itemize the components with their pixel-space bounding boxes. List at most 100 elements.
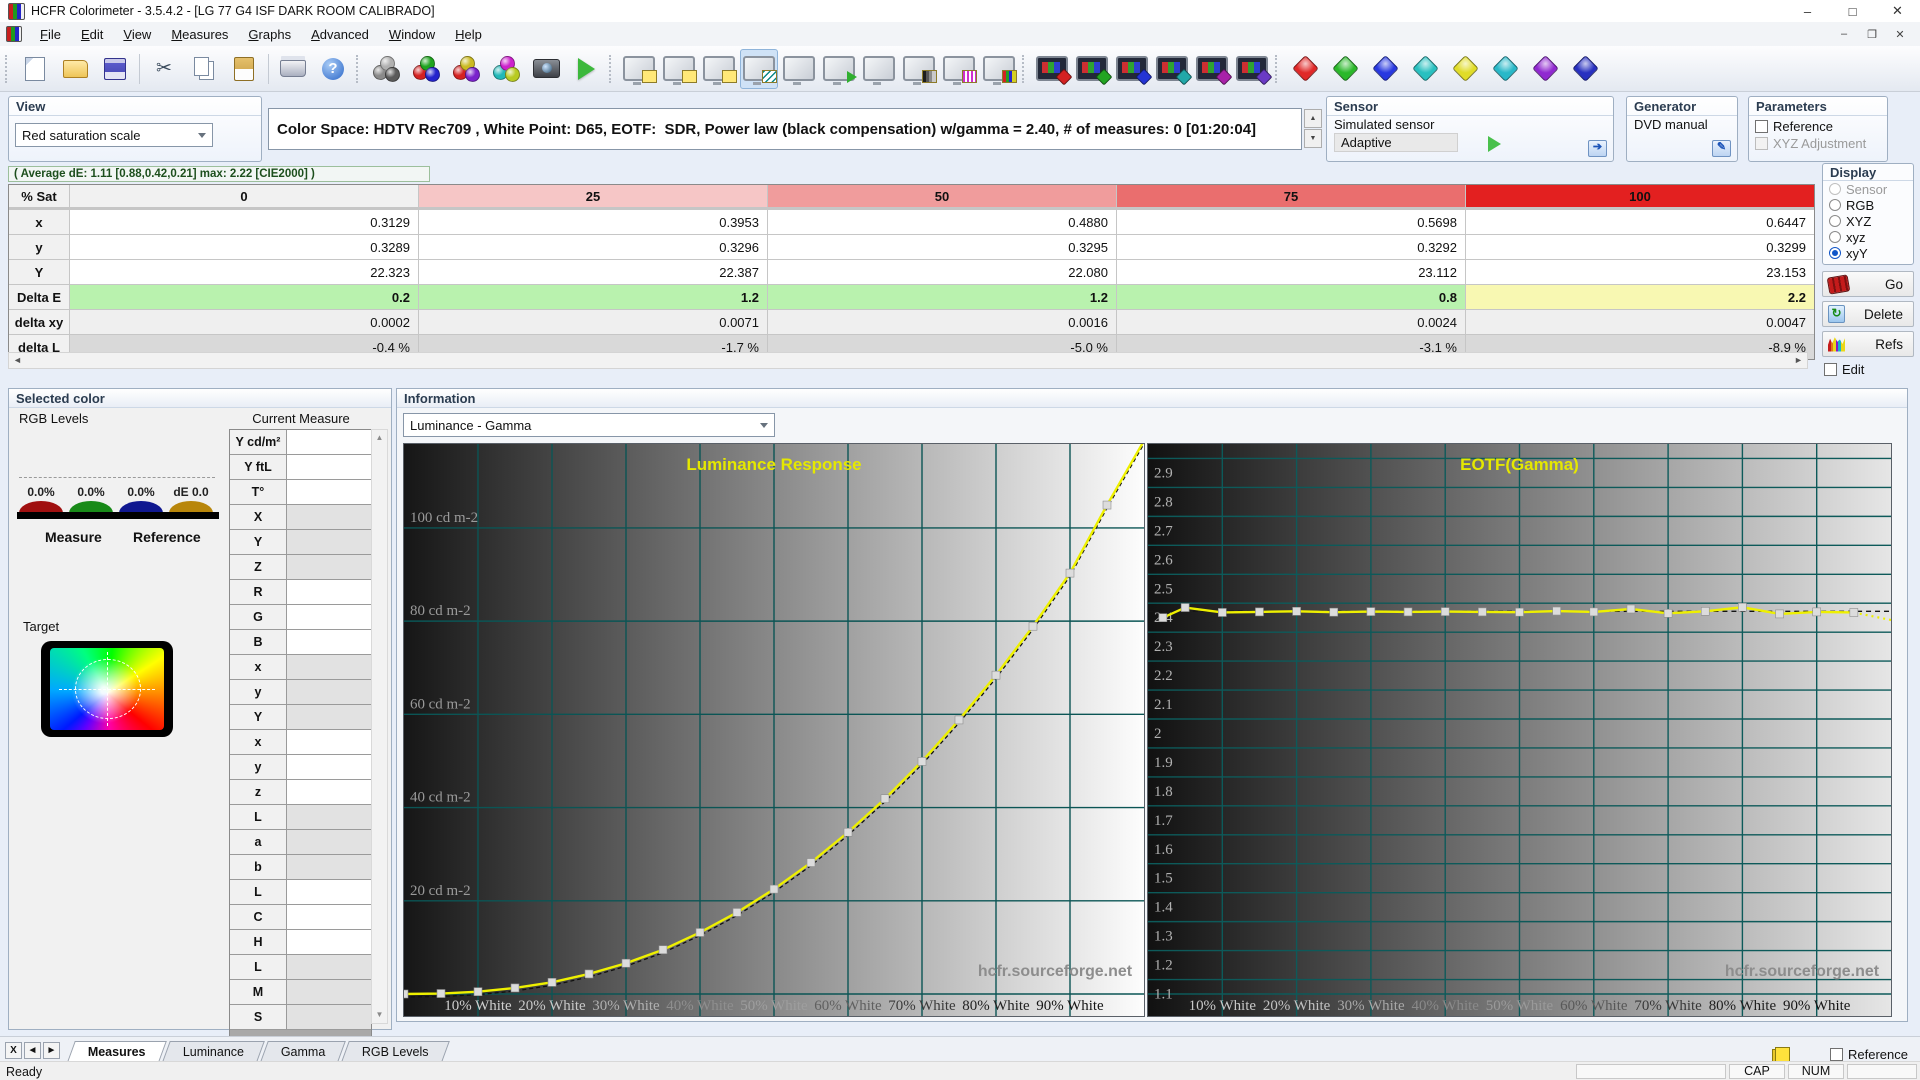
sat-cell[interactable]: 0.3953: [419, 210, 767, 234]
measure-row-value[interactable]: [287, 905, 371, 929]
menu-measures[interactable]: Measures: [162, 24, 237, 45]
maximize-button[interactable]: □: [1830, 0, 1875, 22]
measure-row-value[interactable]: [287, 805, 371, 829]
monitor-chart-icon[interactable]: [740, 48, 778, 89]
sat-cell[interactable]: 0.6447: [1466, 210, 1814, 234]
gem-green-icon[interactable]: [1326, 49, 1364, 89]
primaries-measure-icon[interactable]: [407, 49, 445, 89]
help-icon[interactable]: ?: [314, 49, 352, 89]
measure-row-value[interactable]: [287, 680, 371, 704]
mdi-restore-button[interactable]: ❐: [1858, 28, 1886, 41]
measure-row-value[interactable]: [287, 630, 371, 654]
tab-luminance[interactable]: Luminance: [161, 1041, 265, 1062]
monitor-document-icon[interactable]: [620, 49, 658, 89]
menu-window[interactable]: Window: [380, 24, 444, 45]
save-file-icon[interactable]: [96, 49, 134, 89]
close-button[interactable]: ✕: [1875, 0, 1920, 22]
next-sheet-button[interactable]: ►: [43, 1042, 60, 1059]
menu-view[interactable]: View: [114, 24, 160, 45]
spinner-up-button[interactable]: ▲: [1304, 109, 1322, 128]
saturations-measure-icon[interactable]: [447, 49, 485, 89]
sat-cell[interactable]: 22.080: [768, 260, 1116, 284]
sensor-configure-icon[interactable]: [367, 49, 405, 89]
gem-blue-icon[interactable]: [1366, 49, 1404, 89]
sat-cell[interactable]: 0.4880: [768, 210, 1116, 234]
all-colors-measure-icon[interactable]: [487, 49, 525, 89]
monitor-blank-icon[interactable]: [860, 49, 898, 89]
measure-row-value[interactable]: [287, 455, 371, 479]
color-monitor-cyan-icon[interactable]: [1153, 49, 1193, 89]
table-horizontal-scrollbar[interactable]: ◄ ►: [8, 352, 1808, 369]
measure-row-value[interactable]: [287, 880, 371, 904]
measure-row-value[interactable]: [287, 755, 371, 779]
measure-row-value[interactable]: [287, 530, 371, 554]
radio-icon[interactable]: [1829, 199, 1841, 211]
sensor-export-icon[interactable]: ➔: [1588, 140, 1607, 157]
graph-type-selector[interactable]: Luminance - Gamma: [403, 413, 775, 437]
monitor-document-view-icon[interactable]: [700, 49, 738, 89]
scroll-down-button[interactable]: ▼: [372, 1007, 387, 1023]
color-monitor-violet-icon[interactable]: [1233, 49, 1273, 89]
gem-teal-icon[interactable]: [1406, 49, 1444, 89]
reference-checkbox[interactable]: Reference: [1830, 1047, 1908, 1062]
gem-violet-icon[interactable]: [1526, 49, 1564, 89]
sensor-run-icon[interactable]: [1487, 135, 1501, 152]
sat-cell[interactable]: 0.3292: [1117, 235, 1465, 259]
sat-cell[interactable]: 0.0071: [419, 310, 767, 334]
color-monitor-magenta-icon[interactable]: [1193, 49, 1233, 89]
color-monitor-red-icon[interactable]: [1033, 49, 1073, 89]
cut-icon[interactable]: ✂: [145, 49, 183, 89]
measure-row-value[interactable]: [287, 580, 371, 604]
menu-help[interactable]: Help: [446, 24, 491, 45]
menu-advanced[interactable]: Advanced: [302, 24, 378, 45]
color-monitor-green-icon[interactable]: [1073, 49, 1113, 89]
reference-checkbox-box[interactable]: [1830, 1048, 1844, 1061]
gem-navy-icon[interactable]: [1566, 49, 1604, 89]
sat-cell[interactable]: 23.112: [1117, 260, 1465, 284]
sat-column-header-50[interactable]: 50: [768, 185, 1116, 207]
sat-column-header-25[interactable]: 25: [419, 185, 767, 207]
sat-cell[interactable]: 1.2: [419, 285, 767, 309]
display-option-xyy[interactable]: xyY: [1823, 245, 1913, 261]
menu-graphs[interactable]: Graphs: [239, 24, 300, 45]
monitor-wave-icon[interactable]: [940, 49, 978, 89]
measure-table-scrollbar[interactable]: ▲ ▼: [371, 429, 388, 1024]
gem-red-icon[interactable]: [1286, 49, 1324, 89]
mdi-minimize-button[interactable]: –: [1830, 28, 1858, 41]
paste-icon[interactable]: [225, 49, 263, 89]
sat-cell[interactable]: 22.323: [70, 260, 418, 284]
monitor-color-bars-icon[interactable]: [980, 49, 1018, 89]
display-option-xyz[interactable]: XYZ: [1823, 213, 1913, 229]
menu-file[interactable]: File: [31, 24, 70, 45]
radio-icon[interactable]: [1829, 215, 1841, 227]
parameter-checkbox-xyz-adjustment[interactable]: XYZ Adjustment: [1755, 135, 1881, 152]
new-document-icon[interactable]: [16, 49, 54, 89]
sat-cell[interactable]: 0.2: [70, 285, 418, 309]
tab-measures[interactable]: Measures: [67, 1041, 167, 1062]
monitor-document-edit-icon[interactable]: [660, 49, 698, 89]
sat-cell[interactable]: 0.3296: [419, 235, 767, 259]
sat-cell[interactable]: 1.2: [768, 285, 1116, 309]
checkbox-box[interactable]: [1755, 137, 1768, 150]
edit-checkbox[interactable]: Edit: [1824, 362, 1864, 377]
scroll-left-button[interactable]: ◄: [9, 353, 26, 368]
sat-cell[interactable]: 23.153: [1466, 260, 1814, 284]
view-selector[interactable]: Red saturation scale: [15, 123, 213, 147]
refs-button[interactable]: Refs: [1822, 331, 1914, 357]
measure-row-value[interactable]: [287, 780, 371, 804]
menu-edit[interactable]: Edit: [72, 24, 112, 45]
parameter-checkbox-reference[interactable]: Reference: [1755, 118, 1881, 135]
measure-row-value[interactable]: [287, 830, 371, 854]
scroll-right-button[interactable]: ►: [1790, 353, 1807, 368]
sat-column-header-75[interactable]: 75: [1117, 185, 1465, 207]
sat-cell[interactable]: 0.3289: [70, 235, 418, 259]
sat-cell[interactable]: 0.8: [1117, 285, 1465, 309]
copy-icon[interactable]: [185, 49, 223, 89]
sat-cell[interactable]: 0.0047: [1466, 310, 1814, 334]
sat-cell[interactable]: 0.3295: [768, 235, 1116, 259]
measure-row-value[interactable]: [287, 605, 371, 629]
measure-row-value[interactable]: [287, 855, 371, 879]
measure-row-value[interactable]: [287, 505, 371, 529]
monitor-gray-steps-icon[interactable]: [900, 49, 938, 89]
sat-cell[interactable]: 22.387: [419, 260, 767, 284]
